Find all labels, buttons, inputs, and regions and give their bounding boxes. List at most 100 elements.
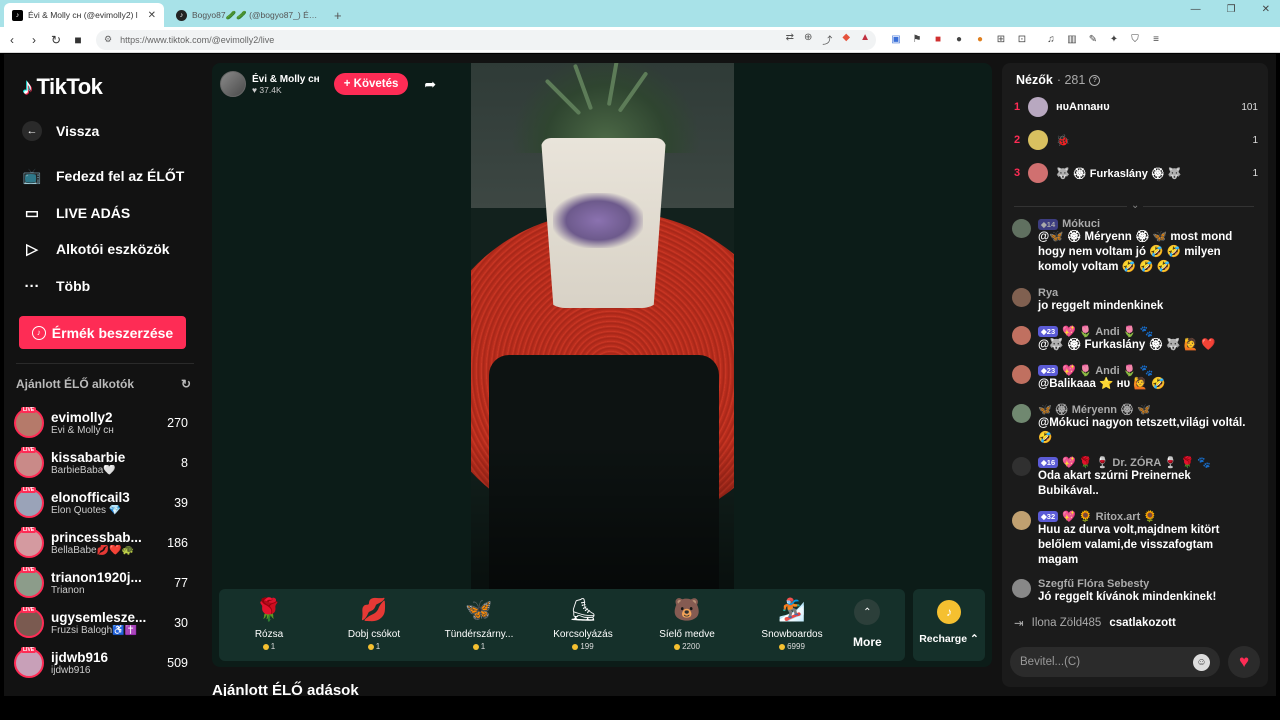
- gift-item[interactable]: 🏂 Snowboardos 6999: [742, 595, 842, 651]
- close-tab-icon[interactable]: ✕: [148, 10, 156, 21]
- recharge-label: Recharge: [919, 633, 968, 645]
- new-tab-icon[interactable]: +: [334, 3, 342, 27]
- reload-icon[interactable]: ↻: [46, 33, 66, 47]
- chat-avatar: [1012, 365, 1031, 384]
- chat-avatar: [1012, 326, 1031, 345]
- more-gifts-button[interactable]: ⌃ More: [853, 599, 882, 649]
- translate-icon[interactable]: ⇄: [786, 32, 794, 47]
- level-badge: ◆23: [1038, 326, 1059, 337]
- forward-arrow-icon[interactable]: ›: [24, 33, 44, 47]
- creator-nickname: Fruzsi Balogh♿️✝️: [51, 625, 138, 636]
- bookmark-icon[interactable]: ■: [68, 33, 88, 47]
- chat-input[interactable]: Bevitel...(C) ☺: [1010, 647, 1220, 677]
- browser-tab[interactable]: ♪ Bogyo87🥒🥒 (@bogyo87_) ÉLŐ ad: [168, 3, 328, 27]
- creator-item[interactable]: LIVE princessbab... BellaBabe💋❤️🐢 186: [14, 525, 194, 561]
- back-arrow-icon[interactable]: ‹: [2, 33, 22, 47]
- top-viewer-row[interactable]: 2 🐞 1: [1014, 128, 1258, 152]
- close-window-icon[interactable]: ✕: [1262, 4, 1270, 15]
- chat-message[interactable]: ◆23 💖 🌷 Andi 🌷 🐾 @🐺 🏵 Furkaslány 🏵 🐺 🙋 ❤️: [1012, 325, 1252, 353]
- gift-price-value: 199: [580, 642, 594, 651]
- emoji-icon[interactable]: ☺: [1193, 653, 1210, 671]
- creator-item[interactable]: LIVE trianon1920j... Trianon 77: [14, 565, 194, 601]
- back-link[interactable]: ← Vissza: [22, 121, 99, 141]
- gift-price: 1: [324, 642, 424, 651]
- browser-tab-active[interactable]: ♪ Évi & Molly ᴄʜ (@evimolly2) l ✕: [4, 3, 164, 27]
- creator-viewer-count: 270: [167, 416, 188, 430]
- extension-icon[interactable]: ⊡: [1016, 34, 1028, 45]
- top-viewer-row[interactable]: 1 нυAnnaнυ 101: [1014, 95, 1258, 119]
- chat-message[interactable]: Szegfű Flóra Sebesty Jó reggelt kívánok m…: [1012, 578, 1252, 605]
- recharge-button[interactable]: ♪ Recharge ⌃: [913, 589, 985, 661]
- creator-item[interactable]: LIVE elonofficail3 Elon Quotes 💎 39: [14, 485, 194, 521]
- nav-creator-tools[interactable]: ▷ Alkotói eszközök: [22, 239, 169, 259]
- follow-button[interactable]: + Követés: [333, 73, 409, 95]
- music-icon[interactable]: ♫: [1045, 34, 1057, 45]
- viewer-name: 🐞: [1056, 134, 1070, 147]
- gift-item[interactable]: 🌹 Rózsa 1: [219, 595, 319, 651]
- chat-message[interactable]: Rya jo reggelt mindenkinek: [1012, 287, 1252, 314]
- gift-icon: 🏂: [778, 597, 806, 622]
- creator-item[interactable]: LIVE evimolly2 Évi & Molly ᴄʜ 270: [14, 405, 194, 441]
- chevron-down-icon[interactable]: ⌄: [1127, 200, 1144, 211]
- extensions-icon[interactable]: ✦: [1108, 34, 1120, 45]
- shield-icon[interactable]: ⛉: [1129, 34, 1141, 45]
- tiktok-live-page: ♪ TikTok ← Vissza 📺 Fedezd fel az ÉLŐT ▭…: [4, 54, 1276, 696]
- gift-item[interactable]: 💋 Dobj csókot 1: [324, 595, 424, 651]
- adblock-extension-icon[interactable]: ▲: [860, 32, 870, 47]
- top-viewer-row[interactable]: 3 🐺 🏵 Furkaslány 🏵 🐺 1: [1014, 161, 1258, 185]
- like-heart-button[interactable]: ♥: [1228, 646, 1260, 678]
- share-page-icon[interactable]: ⤴: [822, 32, 832, 47]
- nav-live-studio[interactable]: ▭ LIVE ADÁS: [22, 203, 130, 223]
- chat-input-placeholder: Bevitel...(C): [1020, 656, 1081, 668]
- chat-message[interactable]: ◆16 💖 🌹 🍷 Dr. ZÓRA 🍷 🌹 🐾 Oda akart szúrni …: [1012, 456, 1252, 499]
- viewer-avatar: [1028, 97, 1048, 117]
- creator-item[interactable]: LIVE ijdwb916 ijdwb916 509: [14, 645, 194, 681]
- extension-icon[interactable]: ⊞: [995, 34, 1007, 45]
- creator-item[interactable]: LIVE kissabarbie BarbieBaba🤍 8: [14, 445, 194, 481]
- extension-icon[interactable]: ●: [953, 34, 965, 45]
- share-icon[interactable]: ➦: [424, 76, 436, 93]
- refresh-icon[interactable]: ↻: [181, 377, 191, 391]
- chat-message[interactable]: 🦋 🏵 Méryenn 🏵 🦋 @Mókuci nagyon tetszett,v…: [1012, 403, 1252, 446]
- site-settings-icon[interactable]: ⚙: [104, 34, 112, 45]
- live-video-player[interactable]: Évi & Molly ᴄʜ ♥ 37.4K + Követés ➦ 🌹 Rózs…: [212, 63, 992, 667]
- tiktok-logo[interactable]: ♪ TikTok: [22, 74, 103, 100]
- extension-icons: ▣ ⚑ ■ ● ● ⊞ ⊡ ♫ ▥ ✎ ✦ ⛉ ≡: [890, 34, 1162, 45]
- video-frame: [471, 63, 734, 593]
- sidebar-toggle-icon[interactable]: ▥: [1066, 34, 1078, 45]
- tab-title: Bogyo87🥒🥒 (@bogyo87_) ÉLŐ ad: [192, 9, 320, 20]
- menu-icon[interactable]: ≡: [1150, 34, 1162, 45]
- gift-item[interactable]: ⛸ Korcsolyázás 199: [533, 595, 633, 651]
- zoom-icon[interactable]: ⊕: [804, 32, 812, 47]
- gift-item[interactable]: 🦋 Tündérszárny... 1: [429, 595, 529, 651]
- viewers-label: Nézők: [1016, 73, 1053, 87]
- nav-explore-live[interactable]: 📺 Fedezd fel az ÉLŐT: [22, 166, 185, 186]
- get-coins-button[interactable]: ♪ Érmék beszerzése: [19, 316, 186, 349]
- chat-message[interactable]: ◆32 💖 🌻 Ritox.art 🌻 Huu az durva volt,majd…: [1012, 510, 1252, 568]
- gift-item[interactable]: 🐻 Síelő medve 2200: [637, 595, 737, 651]
- shield-extension-icon[interactable]: ◆: [842, 32, 850, 47]
- minimize-icon[interactable]: —: [1191, 4, 1201, 15]
- wallet-icon[interactable]: ✎: [1087, 34, 1099, 45]
- creator-avatar: LIVE: [14, 487, 44, 518]
- tiktok-favicon-icon: ♪: [12, 9, 23, 21]
- chat-message[interactable]: ◆23 💖 🌷 Andi 🌷 🐾 @Balikaaa ⭐ нυ 🙋 🤣: [1012, 364, 1252, 392]
- tab-title: Évi & Molly ᴄʜ (@evimolly2) l: [28, 10, 138, 20]
- creator-item[interactable]: LIVE ugysemlesze... Fruzsi Balogh♿️✝️ 30: [14, 605, 194, 641]
- restore-icon[interactable]: ❐: [1227, 4, 1236, 15]
- host-name[interactable]: Évi & Molly ᴄʜ: [252, 74, 320, 85]
- live-badge: LIVE: [21, 567, 37, 573]
- address-bar[interactable]: ⚙ https://www.tiktok.com/@evimolly2/live…: [96, 29, 876, 50]
- extension-icon[interactable]: ⚑: [911, 34, 923, 45]
- level-value: 16: [1046, 458, 1056, 467]
- creator-viewer-count: 186: [167, 536, 188, 550]
- extension-icon[interactable]: ■: [932, 34, 944, 45]
- extension-icon[interactable]: ▣: [890, 34, 902, 45]
- nav-more[interactable]: ··· Több: [22, 276, 91, 296]
- creator-avatar: LIVE: [14, 527, 44, 558]
- viewer-score: 101: [1241, 101, 1258, 113]
- host-avatar[interactable]: [220, 71, 246, 97]
- help-icon[interactable]: ?: [1089, 74, 1101, 86]
- extension-icon[interactable]: ●: [974, 34, 986, 45]
- chat-message[interactable]: ◆14 Mókuci @🦋 🏵 Méryenn 🏵 🦋 most mond hogy…: [1012, 218, 1252, 275]
